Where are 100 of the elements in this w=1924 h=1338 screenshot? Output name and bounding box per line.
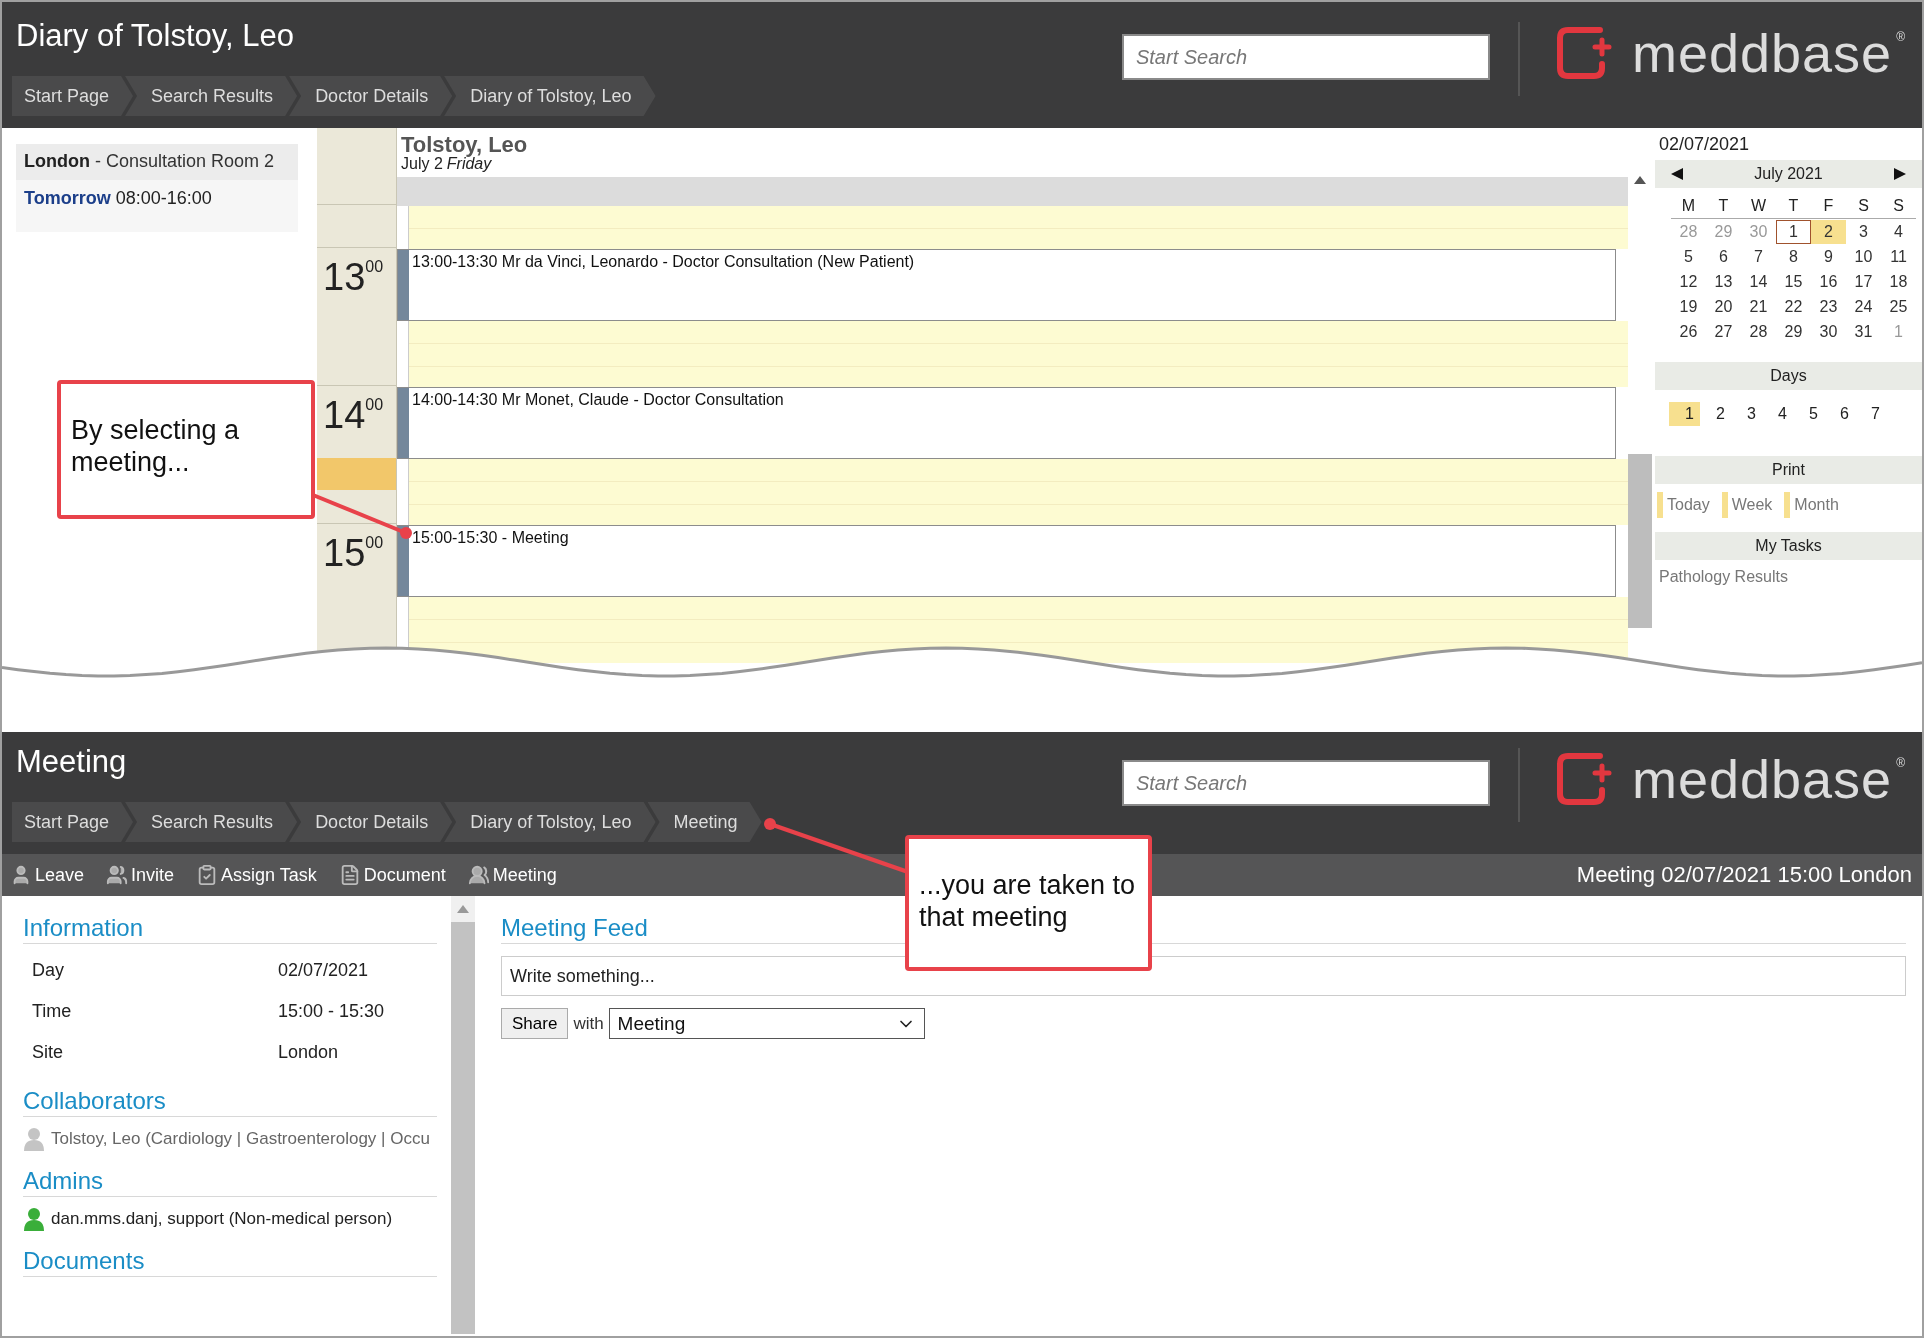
field-label: Site (32, 1042, 65, 1063)
hour-label: 14$^{00}$ (322, 393, 385, 438)
breadcrumb-link[interactable]: Start Page (12, 76, 134, 116)
calendar-day[interactable]: 11 (1881, 245, 1916, 269)
callout-text: ...you are taken to that meeting (905, 835, 1152, 971)
toolbar-button[interactable]: Assign Task (196, 864, 317, 886)
scrollbar-thumb[interactable] (1628, 454, 1652, 628)
calendar-day[interactable]: 25 (1881, 295, 1916, 319)
field-label: Time (32, 1001, 73, 1022)
page-title: Meeting (16, 744, 128, 781)
calendar-day[interactable]: 24 (1846, 295, 1881, 319)
calendar-day[interactable]: 31 (1846, 320, 1881, 344)
logo-text: meddbase$^{®}$ (1631, 748, 1906, 810)
field-value: London (278, 1042, 339, 1063)
scrollbar[interactable] (451, 896, 475, 1334)
calendar-day[interactable]: 26 (1671, 320, 1706, 344)
toolbar-button[interactable]: Document (338, 864, 446, 886)
scroll-up-icon[interactable] (1634, 176, 1646, 184)
appointment[interactable]: 14:00-14:30 Mr Monet, Claude - Doctor Consultation (397, 387, 1616, 459)
share-button[interactable]: Share (501, 1008, 569, 1039)
meeting-title: Meeting 02/07/2021 15:00 London (1576, 862, 1912, 888)
audience-select[interactable]: Meeting (608, 1008, 925, 1039)
calendar-day[interactable]: 2 (1811, 220, 1846, 244)
post-field[interactable]: Write something... (501, 956, 1906, 996)
calendar-day[interactable]: 13 (1706, 270, 1741, 294)
field-value: 15:00 - 15:30 (278, 1001, 385, 1022)
right-triangle-icon (1894, 168, 1906, 180)
calendar-day[interactable]: 12 (1671, 270, 1706, 294)
breadcrumb-link[interactable]: Search Results (125, 76, 298, 116)
calendar-day[interactable]: 30 (1811, 320, 1846, 344)
people-icon (106, 864, 129, 886)
calendar-day[interactable]: 6 (1706, 245, 1741, 269)
toolbar-button[interactable]: Invite (106, 864, 175, 886)
toolbar-button[interactable]: Leave (10, 864, 85, 886)
calendar-day[interactable]: 7 (1741, 245, 1776, 269)
calendar-day[interactable]: 14 (1741, 270, 1776, 294)
location-text: London - Consultation Room 2 (16, 144, 298, 180)
section-header: My Tasks (1655, 532, 1922, 560)
group-icon (467, 864, 490, 886)
days-option[interactable]: 1 (1669, 402, 1700, 426)
section-heading: Documents (23, 1241, 437, 1277)
days-option[interactable]: 6 (1824, 402, 1855, 426)
breadcrumb-link[interactable]: Diary of Tolstoy, Leo (444, 802, 656, 842)
weekday-label: T (1776, 192, 1811, 219)
calendar-day[interactable]: 5 (1671, 245, 1706, 269)
calendar-day[interactable]: 23 (1811, 295, 1846, 319)
search-field[interactable]: Start Search (1121, 34, 1490, 80)
print-option[interactable]: Month (1784, 492, 1839, 518)
section-heading: Information (23, 908, 437, 944)
calendar-day[interactable]: 10 (1846, 245, 1881, 269)
calendar-day[interactable]: 17 (1846, 270, 1881, 294)
days-option[interactable]: 3 (1731, 402, 1762, 426)
selected-date: 02/07/2021 (1658, 133, 1751, 156)
hour-label: 13$^{00}$ (322, 255, 385, 300)
breadcrumb-link[interactable]: Doctor Details (289, 76, 453, 116)
calendar-day[interactable]: 4 (1881, 220, 1916, 244)
calendar-day[interactable]: 3 (1846, 220, 1881, 244)
breadcrumb-link[interactable]: Meeting (647, 802, 762, 842)
next-month-button[interactable] (1894, 168, 1906, 180)
appointment-status-bar (398, 388, 409, 458)
breadcrumb-link[interactable]: Doctor Details (289, 802, 453, 842)
appointment[interactable]: 13:00-13:30 Mr da Vinci, Leonardo - Doctor Consultation (New Patient) (397, 249, 1616, 321)
logo-text: meddbase$^{®}$ (1631, 22, 1906, 84)
days-option[interactable]: 4 (1762, 402, 1793, 426)
calendar-day[interactable]: 8 (1776, 245, 1811, 269)
calendar-day[interactable]: 27 (1706, 320, 1741, 344)
previous-month-button[interactable] (1671, 168, 1683, 180)
appointment-status-bar (398, 250, 409, 320)
calendar-day[interactable]: 16 (1811, 270, 1846, 294)
calendar-day[interactable]: 22 (1776, 295, 1811, 319)
calendar-day[interactable]: 9 (1811, 245, 1846, 269)
availability-text: Tomorrow 08:00-16:00 (23, 187, 213, 210)
print-option[interactable]: Week (1721, 492, 1773, 518)
calendar-day[interactable]: 28 (1741, 320, 1776, 344)
breadcrumb-link[interactable]: Start Page (12, 802, 134, 842)
appointment[interactable]: 15:00-15:30 - Meeting (397, 525, 1616, 597)
print-option[interactable]: Today (1657, 492, 1710, 518)
breadcrumb-link[interactable]: Search Results (125, 802, 298, 842)
toolbar-button[interactable]: Meeting (467, 864, 557, 886)
section-header: Days (1655, 362, 1922, 390)
calendar-day[interactable]: 20 (1706, 295, 1741, 319)
task-link[interactable]: Pathology Results (1655, 560, 1922, 586)
search-field[interactable]: Start Search (1121, 760, 1490, 806)
with-label: with (573, 1013, 604, 1034)
calendar-day[interactable]: 15 (1776, 270, 1811, 294)
weekday-label: S (1881, 192, 1916, 219)
calendar-day[interactable]: 21 (1741, 295, 1776, 319)
field-label: Day (32, 960, 65, 981)
calendar-day[interactable]: 29 (1776, 320, 1811, 344)
calendar-day[interactable]: 18 (1881, 270, 1916, 294)
page-title: Diary of Tolstoy, Leo (16, 18, 295, 55)
days-option[interactable]: 2 (1700, 402, 1731, 426)
days-option[interactable]: 5 (1793, 402, 1824, 426)
calendar-day[interactable]: 19 (1671, 295, 1706, 319)
breadcrumb-link[interactable]: Diary of Tolstoy, Leo (444, 76, 656, 116)
section-heading: Admins (23, 1161, 437, 1197)
free-slot[interactable] (408, 597, 1628, 663)
days-option[interactable]: 7 (1855, 402, 1886, 426)
appointment-text: 15:00-15:30 - Meeting (411, 528, 570, 548)
calendar-day[interactable]: 1 (1776, 220, 1811, 244)
